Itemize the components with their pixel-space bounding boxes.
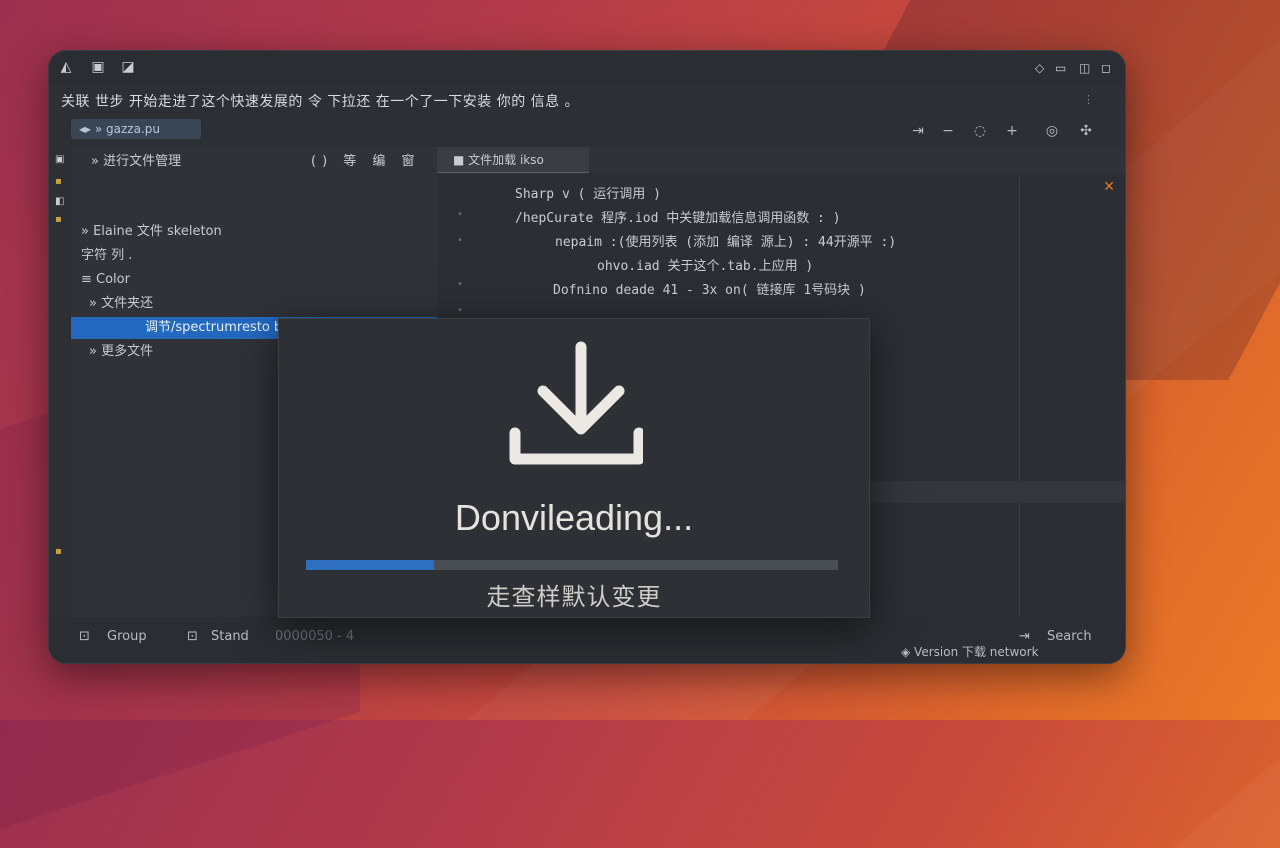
explorer-header: » 进行文件管理 () 等 编 窗 (71, 147, 437, 171)
maximize-icon[interactable]: ▭ (1055, 61, 1066, 75)
gutter-marker: • (457, 279, 463, 290)
settings-icon[interactable]: ✣ (1075, 121, 1097, 141)
minimize-icon[interactable]: ◇ (1035, 61, 1044, 75)
refresh-icon[interactable]: ◌ (969, 121, 991, 141)
explorer-icon[interactable]: ▣ (55, 155, 65, 165)
tab-active-file[interactable]: ■ 文件加载 ikso (437, 147, 589, 173)
app-logo-icon: ◭ (60, 59, 72, 75)
search-icon[interactable]: ◧ (55, 197, 65, 207)
gutter-marker: • (457, 209, 463, 220)
code-line[interactable]: Dofnino deade 41 - 3x on( 链接库 1号码块 ) (553, 279, 866, 298)
titlebar: ◭ ▣ ◪ ◇ ▭ ◫ ◻ (49, 51, 1125, 85)
status-position: 0000050 - 4 (275, 629, 355, 644)
gutter-marker: • (457, 305, 463, 316)
close-icon[interactable]: ◻ (1101, 61, 1111, 75)
gutter-marker: • (457, 235, 463, 246)
status-bar: ⊡ Group ⊡ Stand 0000050 - 4 ⇥ Search ◈ V… (49, 617, 1125, 663)
code-line[interactable]: /hepCurate 程序.iod 中关键加载信息调用函数 : ) (515, 207, 841, 226)
current-line-highlight (867, 481, 1125, 503)
tree-item[interactable]: » Elaine 文件 skeleton (71, 221, 437, 243)
download-subtitle: 走查样默认变更 (486, 583, 662, 611)
editor-close-icon[interactable]: ✕ (1103, 179, 1115, 195)
tab-bar: ■ 文件加载 ikso (437, 147, 1125, 173)
branch-selector[interactable]: ◂▸ » gazza.pu (71, 119, 201, 139)
bookmark-icon[interactable]: ▪ (55, 547, 65, 557)
source-control-icon[interactable]: ▪ (55, 215, 65, 225)
menu-text[interactable]: 关联 世步 开始走进了这个快速发展的 令 下拉还 在一个了一下安装 你的 信息 … (61, 91, 579, 111)
download-dialog: Donvileading... 走查样默认变更 (278, 318, 870, 618)
tree-item[interactable]: ≡ Color (71, 269, 437, 291)
code-line[interactable]: nepaim :(使用列表 (添加 编译 源上) : 44开源平 :) (555, 231, 896, 250)
indent-guide (1019, 177, 1020, 617)
status-group-icon[interactable]: ⊡ (79, 629, 90, 644)
code-line[interactable]: Sharp v ( 运行调用 ) (515, 183, 661, 202)
download-progress-fill (306, 560, 434, 570)
download-progress-bar (306, 560, 838, 570)
download-icon (507, 341, 645, 475)
folder-icon[interactable]: ▪ (55, 177, 65, 187)
tree-item[interactable]: » 文件夹还 (71, 293, 437, 315)
toolbar: ◂▸ » gazza.pu ⇥ − ◌ + ◎ ✣ (49, 115, 1125, 147)
code-line[interactable]: ohvo.iad 关于这个.tab.上应用 ) (597, 255, 813, 274)
layout-icon[interactable]: ◪ (119, 58, 137, 76)
menu-overflow-icon[interactable]: ⋮ (1083, 93, 1094, 106)
menubar: 关联 世步 开始走进了这个快速发展的 令 下拉还 在一个了一下安装 你的 信息 … (49, 85, 1125, 115)
status-group[interactable]: Group (107, 629, 147, 644)
explorer-actions[interactable]: () 等 编 窗 (311, 150, 421, 169)
download-title: Donvileading... (454, 497, 694, 538)
minus-icon[interactable]: − (937, 121, 959, 141)
add-icon[interactable]: + (1001, 121, 1023, 141)
menu-grid-icon[interactable]: ▣ (89, 58, 107, 76)
status-search-icon[interactable]: ⇥ (1019, 629, 1030, 644)
restore-icon[interactable]: ◫ (1079, 61, 1090, 75)
debug-icon[interactable]: ◎ (1041, 121, 1063, 141)
run-icon[interactable]: ⇥ (907, 121, 929, 141)
status-stand-icon[interactable]: ⊡ (187, 629, 198, 644)
activity-bar: ▣ ▪ ◧ ▪ ▪ (49, 147, 71, 617)
status-stand[interactable]: Stand (211, 629, 249, 644)
explorer-title: » 进行文件管理 (91, 154, 182, 169)
tree-item[interactable]: 字符 列 . (71, 245, 437, 267)
status-search[interactable]: Search (1047, 629, 1092, 644)
status-version: ◈ Version 下载 network (901, 645, 1039, 659)
